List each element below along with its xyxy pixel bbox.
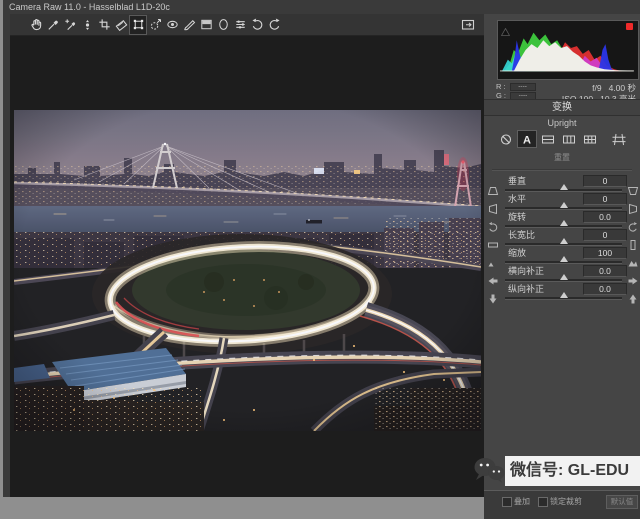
- slider-value[interactable]: 0: [583, 193, 627, 205]
- radial-filter-tool-button[interactable]: [215, 16, 231, 34]
- slider-row-scale: 缩放 100: [484, 248, 640, 266]
- section-divider: [492, 169, 632, 171]
- slider-label: 旋转: [508, 212, 526, 222]
- upright-hint[interactable]: 重置: [484, 152, 640, 163]
- shutter-value: 4.00 秒: [609, 83, 636, 94]
- slider-track[interactable]: [505, 297, 622, 300]
- slider-value[interactable]: 100: [583, 247, 627, 259]
- slider-value[interactable]: 0.0: [583, 283, 627, 295]
- slider-track[interactable]: [505, 225, 622, 228]
- window-title: Camera Raw 11.0 - Hasselblad L1D-20c: [9, 2, 170, 12]
- r-label: R :: [496, 82, 506, 91]
- slider-track[interactable]: [505, 279, 622, 282]
- watermark: 微信号: GL-EDU: [505, 456, 640, 486]
- hand-tool-button[interactable]: [28, 16, 44, 34]
- slider-label: 水平: [508, 194, 526, 204]
- slider-value[interactable]: 0.0: [583, 265, 627, 277]
- overlay-checkbox-label: 叠加: [514, 497, 530, 506]
- slider-thumb[interactable]: [560, 202, 568, 208]
- slider-label: 横向补正: [508, 266, 544, 276]
- slider-track[interactable]: [505, 189, 622, 192]
- slider-row-aspect: 长宽比 0: [484, 230, 640, 248]
- straighten-tool-button[interactable]: [113, 16, 129, 34]
- slider-label: 缩放: [508, 248, 526, 258]
- slider-row-horizontal: 水平 0: [484, 194, 640, 212]
- upright-vertical-button[interactable]: [560, 131, 578, 147]
- toolbar: [10, 14, 484, 36]
- rotate-right-button[interactable]: [266, 16, 282, 34]
- slider-label: 长宽比: [508, 230, 535, 240]
- rotate-left-button[interactable]: [249, 16, 265, 34]
- white-balance-tool-button[interactable]: [45, 16, 61, 34]
- slider-track[interactable]: [505, 261, 622, 264]
- histogram[interactable]: [497, 20, 639, 80]
- upright-guided-button[interactable]: [610, 131, 628, 147]
- slider-row-x-offset: 横向补正 0.0: [484, 266, 640, 284]
- constrain-crop-label: 锁定裁剪: [550, 497, 582, 506]
- overlay-checkbox[interactable]: [502, 497, 512, 507]
- slider-thumb[interactable]: [560, 256, 568, 262]
- graduated-filter-tool-button[interactable]: [198, 16, 214, 34]
- upright-auto-button[interactable]: A: [518, 131, 536, 147]
- slider-thumb[interactable]: [560, 238, 568, 244]
- offset-down-icon[interactable]: [487, 292, 499, 304]
- slider-thumb[interactable]: [560, 184, 568, 190]
- slider-label: 纵向补正: [508, 284, 544, 294]
- defaults-button[interactable]: 默认值: [606, 495, 638, 509]
- adjustment-brush-tool-button[interactable]: [181, 16, 197, 34]
- slider-thumb[interactable]: [560, 274, 568, 280]
- transform-tool-button[interactable]: [130, 16, 146, 34]
- slider-thumb[interactable]: [560, 292, 568, 298]
- aperture-value: f/9: [592, 83, 601, 94]
- crop-tool-button[interactable]: [96, 16, 112, 34]
- slider-thumb[interactable]: [560, 220, 568, 226]
- upright-buttons: A: [484, 131, 640, 147]
- slider-row-vertical: 垂直 0: [484, 176, 640, 194]
- r-value: ----: [510, 83, 536, 91]
- slider-row-rotate: 旋转 0.0: [484, 212, 640, 230]
- color-sampler-tool-button[interactable]: [62, 16, 78, 34]
- slider-value[interactable]: 0: [583, 229, 627, 241]
- watermark-text: 微信号: GL-EDU: [510, 462, 629, 479]
- transform-panel-title: 变换: [484, 99, 640, 116]
- slider-label: 垂直: [508, 176, 526, 186]
- photo-preview[interactable]: [14, 110, 481, 431]
- slider-track[interactable]: [505, 207, 622, 210]
- title-bar: Camera Raw 11.0 - Hasselblad L1D-20c: [3, 0, 640, 14]
- slider-row-y-offset: 纵向补正 0.0: [484, 284, 640, 302]
- slider-value[interactable]: 0.0: [583, 211, 627, 223]
- slider-value[interactable]: 0: [583, 175, 627, 187]
- upright-full-button[interactable]: [581, 131, 599, 147]
- preferences-button[interactable]: [232, 16, 248, 34]
- constrain-crop-checkbox[interactable]: [538, 497, 548, 507]
- slider-track[interactable]: [505, 243, 622, 246]
- upright-level-button[interactable]: [539, 131, 557, 147]
- upright-off-button[interactable]: [497, 131, 515, 147]
- page-background-strip: [0, 497, 472, 504]
- wechat-icon: [473, 455, 506, 491]
- spot-removal-tool-button[interactable]: [147, 16, 163, 34]
- offset-up-icon[interactable]: [627, 292, 639, 304]
- upright-title: Upright: [484, 118, 640, 128]
- highlight-clipping-indicator[interactable]: [626, 23, 633, 30]
- targeted-adjustment-tool-button[interactable]: [79, 16, 95, 34]
- svg-text:A: A: [523, 134, 531, 146]
- right-panel: R :---- G :---- B :---- f/94.00 秒 ISO 10…: [484, 14, 640, 504]
- red-eye-tool-button[interactable]: [164, 16, 180, 34]
- shadow-clipping-indicator[interactable]: [501, 23, 510, 41]
- panel-bottom-bar: 叠加 锁定裁剪 默认值: [484, 490, 640, 519]
- fullscreen-toggle-icon[interactable]: [460, 17, 476, 37]
